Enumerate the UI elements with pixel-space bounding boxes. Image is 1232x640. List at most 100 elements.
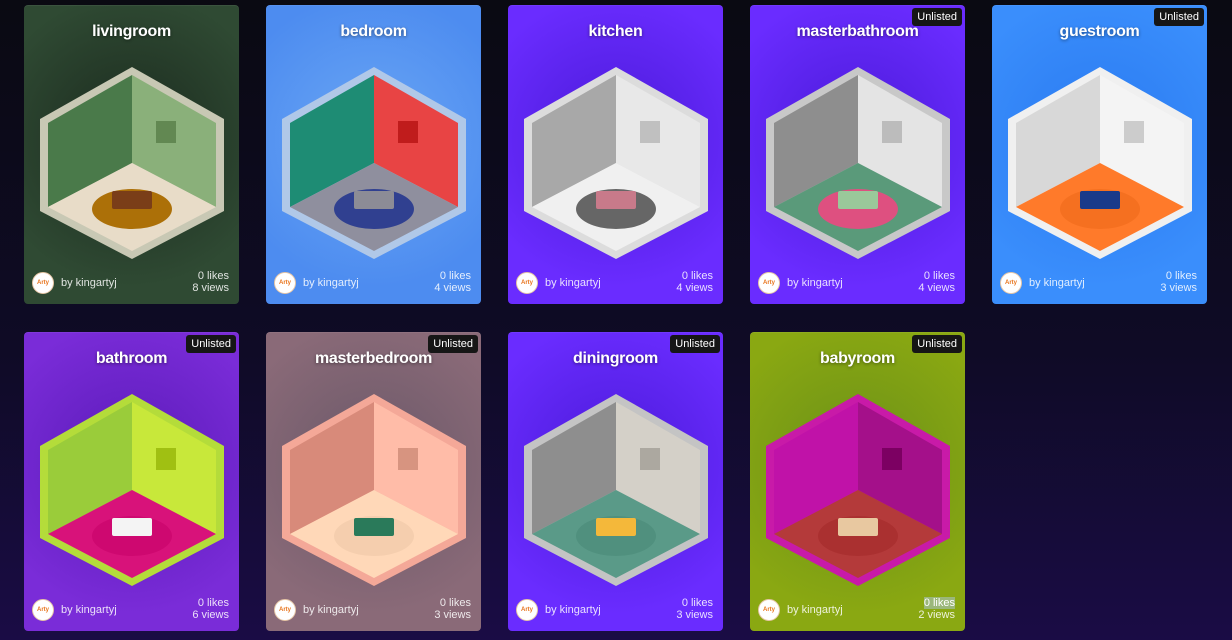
author-name[interactable]: by kingartyj xyxy=(61,604,117,616)
author-avatar[interactable]: Arty xyxy=(274,272,296,294)
room-title: kitchen xyxy=(588,23,643,40)
views-count: 4 views xyxy=(918,282,955,294)
likes-count: 0 likes xyxy=(1165,270,1197,282)
likes-count: 0 likes xyxy=(197,597,229,609)
author-name[interactable]: by kingartyj xyxy=(61,277,117,289)
author-avatar[interactable]: Arty xyxy=(758,599,780,621)
wall-decor xyxy=(882,448,902,470)
furniture-item xyxy=(112,191,152,209)
card-footer: Arty by kingartyj 0 likes 6 views xyxy=(32,597,229,623)
card-stats: 0 likes 4 views xyxy=(434,270,471,294)
card-footer: Arty by kingartyj 0 likes 4 views xyxy=(274,270,471,296)
room-card-masterbedroom[interactable]: masterbedroom Unlisted Arty by kingartyj… xyxy=(266,332,481,631)
room-thumbnail xyxy=(1008,67,1192,259)
likes-count: 0 likes xyxy=(923,597,955,609)
room-card-guestroom[interactable]: guestroom Unlisted Arty by kingartyj 0 l… xyxy=(992,5,1207,304)
wall-decor xyxy=(640,121,660,143)
room-card-kitchen[interactable]: kitchen Arty by kingartyj 0 likes 4 view… xyxy=(508,5,723,304)
room-thumbnail xyxy=(524,394,708,586)
room-thumbnail xyxy=(766,394,950,586)
unlisted-badge: Unlisted xyxy=(670,335,720,353)
likes-count: 0 likes xyxy=(681,270,713,282)
unlisted-badge: Unlisted xyxy=(912,8,962,26)
room-title: livingroom xyxy=(92,23,171,40)
card-stats: 0 likes 4 views xyxy=(676,270,713,294)
wall-decor xyxy=(640,448,660,470)
room-card-diningroom[interactable]: diningroom Unlisted Arty by kingartyj 0 … xyxy=(508,332,723,631)
author-name[interactable]: by kingartyj xyxy=(303,277,359,289)
card-stats: 0 likes 2 views xyxy=(918,597,955,621)
author-name[interactable]: by kingartyj xyxy=(787,604,843,616)
unlisted-badge: Unlisted xyxy=(1154,8,1204,26)
author-name[interactable]: by kingartyj xyxy=(787,277,843,289)
room-card-babyroom[interactable]: babyroom Unlisted Arty by kingartyj 0 li… xyxy=(750,332,965,631)
unlisted-badge: Unlisted xyxy=(912,335,962,353)
card-stats: 0 likes 3 views xyxy=(434,597,471,621)
furniture-item xyxy=(354,518,394,536)
likes-count: 0 likes xyxy=(681,597,713,609)
author-name[interactable]: by kingartyj xyxy=(303,604,359,616)
likes-count: 0 likes xyxy=(439,597,471,609)
author-avatar[interactable]: Arty xyxy=(32,599,54,621)
room-thumbnail xyxy=(40,394,224,586)
unlisted-badge: Unlisted xyxy=(186,335,236,353)
author-avatar[interactable]: Arty xyxy=(516,599,538,621)
likes-count: 0 likes xyxy=(439,270,471,282)
furniture-item xyxy=(838,518,878,536)
card-footer: Arty by kingartyj 0 likes 2 views xyxy=(758,597,955,623)
room-card-livingroom[interactable]: livingroom Arty by kingartyj 0 likes 8 v… xyxy=(24,5,239,304)
furniture-item xyxy=(1080,191,1120,209)
card-stats: 0 likes 8 views xyxy=(192,270,229,294)
wall-decor xyxy=(156,121,176,143)
views-count: 8 views xyxy=(192,282,229,294)
room-card-bedroom[interactable]: bedroom Arty by kingartyj 0 likes 4 view… xyxy=(266,5,481,304)
card-footer: Arty by kingartyj 0 likes 8 views xyxy=(32,270,229,296)
wall-decor xyxy=(882,121,902,143)
views-count: 3 views xyxy=(434,609,471,621)
author-avatar[interactable]: Arty xyxy=(1000,272,1022,294)
wall-decor xyxy=(1124,121,1144,143)
room-thumbnail xyxy=(40,67,224,259)
furniture-item xyxy=(112,518,152,536)
room-thumbnail xyxy=(524,67,708,259)
views-count: 4 views xyxy=(676,282,713,294)
room-thumbnail xyxy=(282,394,466,586)
author-name[interactable]: by kingartyj xyxy=(545,604,601,616)
room-title: bedroom xyxy=(340,23,407,40)
wall-decor xyxy=(398,448,418,470)
views-count: 6 views xyxy=(192,609,229,621)
card-footer: Arty by kingartyj 0 likes 3 views xyxy=(1000,270,1197,296)
author-avatar[interactable]: Arty xyxy=(32,272,54,294)
author-name[interactable]: by kingartyj xyxy=(1029,277,1085,289)
card-footer: Arty by kingartyj 0 likes 3 views xyxy=(516,597,713,623)
views-count: 4 views xyxy=(434,282,471,294)
wall-decor xyxy=(398,121,418,143)
room-card-bathroom[interactable]: bathroom Unlisted Arty by kingartyj 0 li… xyxy=(24,332,239,631)
furniture-item xyxy=(596,191,636,209)
author-name[interactable]: by kingartyj xyxy=(545,277,601,289)
card-footer: Arty by kingartyj 0 likes 3 views xyxy=(274,597,471,623)
views-count: 3 views xyxy=(1160,282,1197,294)
furniture-item xyxy=(354,191,394,209)
card-stats: 0 likes 3 views xyxy=(676,597,713,621)
card-stats: 0 likes 4 views xyxy=(918,270,955,294)
card-stats: 0 likes 3 views xyxy=(1160,270,1197,294)
views-count: 3 views xyxy=(676,609,713,621)
room-thumbnail xyxy=(282,67,466,259)
furniture-item xyxy=(838,191,878,209)
author-avatar[interactable]: Arty xyxy=(758,272,780,294)
card-footer: Arty by kingartyj 0 likes 4 views xyxy=(516,270,713,296)
furniture-item xyxy=(596,518,636,536)
views-count: 2 views xyxy=(918,609,955,621)
author-avatar[interactable]: Arty xyxy=(516,272,538,294)
likes-count: 0 likes xyxy=(923,270,955,282)
unlisted-badge: Unlisted xyxy=(428,335,478,353)
room-card-masterbathroom[interactable]: masterbathroom Unlisted Arty by kingarty… xyxy=(750,5,965,304)
room-thumbnail xyxy=(766,67,950,259)
likes-count: 0 likes xyxy=(197,270,229,282)
wall-decor xyxy=(156,448,176,470)
room-card-grid: livingroom Arty by kingartyj 0 likes 8 v… xyxy=(24,5,1207,631)
author-avatar[interactable]: Arty xyxy=(274,599,296,621)
card-footer: Arty by kingartyj 0 likes 4 views xyxy=(758,270,955,296)
card-stats: 0 likes 6 views xyxy=(192,597,229,621)
